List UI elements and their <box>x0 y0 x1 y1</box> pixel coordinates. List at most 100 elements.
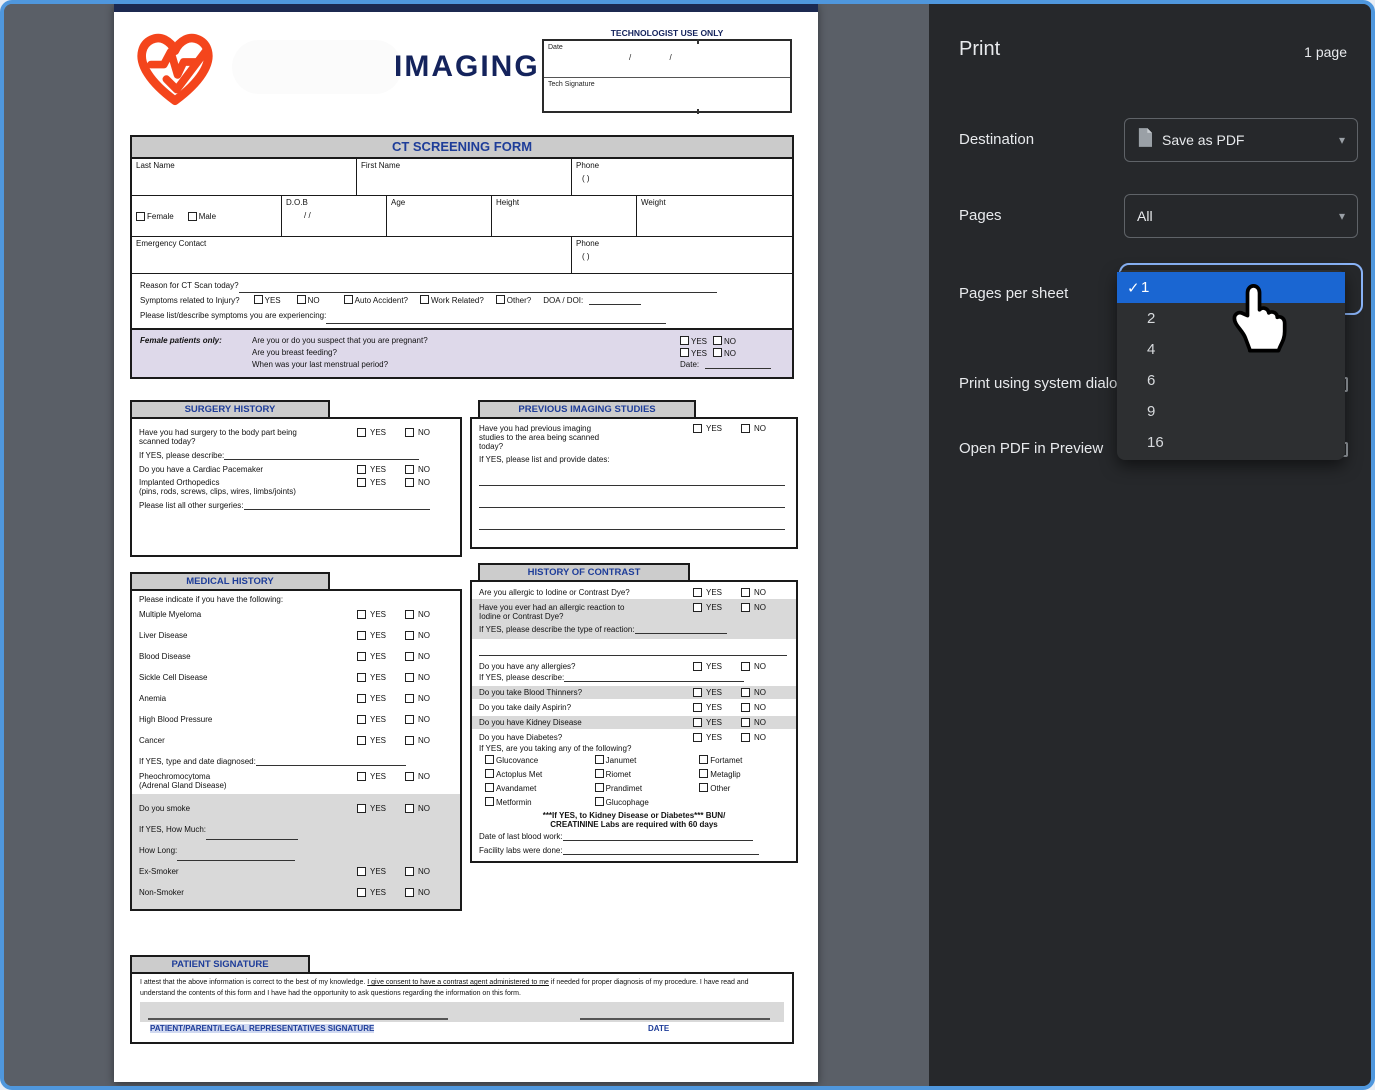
surgery-history-box: Have you had surgery to the body part be… <box>130 417 462 557</box>
yes-checkbox-icon <box>357 715 366 724</box>
page-top-bar <box>114 4 818 12</box>
yes-label: YES <box>370 772 386 781</box>
no-label: NO <box>724 349 736 358</box>
prev-imaging-question-2: studies to the area being scanned <box>479 433 599 442</box>
pages-select[interactable]: All ▾ <box>1124 194 1358 238</box>
yes-checkbox-icon <box>693 733 702 742</box>
check-icon: ✓ <box>1127 279 1141 297</box>
no-checkbox-icon <box>713 336 722 345</box>
yes-label: YES <box>370 631 386 640</box>
condition-label: Sickle Cell Disease <box>139 673 357 682</box>
no-label: NO <box>418 652 430 661</box>
yes-label: YES <box>370 465 386 474</box>
condition-label: Anemia <box>139 694 357 703</box>
allergies-describe-label: If YES, please describe: <box>479 673 564 682</box>
no-checkbox-icon <box>405 652 414 661</box>
yes-checkbox-icon <box>357 888 366 897</box>
no-label: NO <box>418 428 430 437</box>
diabetes-question: Do you have Diabetes? <box>479 733 693 742</box>
yes-checkbox-icon <box>357 465 366 474</box>
chevron-down-icon: ▾ <box>1339 209 1345 223</box>
iodine-allergy-question: Are you allergic to Iodine or Contrast D… <box>479 588 693 597</box>
med-checkbox-icon <box>699 755 708 764</box>
blood-work-label: Date of last blood work: <box>479 832 563 841</box>
non-smoker-label: Non-Smoker <box>139 888 357 897</box>
condition-label: Cancer <box>139 736 357 745</box>
yes-label: YES <box>370 478 386 487</box>
emergency-contact-label: Emergency Contact <box>136 239 206 248</box>
work-related-label: Work Related? <box>431 296 484 305</box>
yes-checkbox-icon <box>357 673 366 682</box>
symptoms-list-label: Please list/describe symptoms you are ex… <box>140 311 326 320</box>
yes-label: YES <box>370 715 386 724</box>
tech-date-slashes: / / <box>629 53 690 62</box>
no-checkbox-icon <box>405 888 414 897</box>
page-count: 1 page <box>1304 44 1347 60</box>
no-label: NO <box>418 715 430 724</box>
med-label: Actoplus Met <box>496 770 542 779</box>
med-label: Glucovance <box>496 756 538 765</box>
breast-feeding-question: Are you breast feeding? <box>252 348 680 357</box>
yes-checkbox-icon <box>357 652 366 661</box>
brand-title: IMAGING <box>394 50 540 84</box>
no-checkbox-icon <box>741 662 750 671</box>
no-label: NO <box>418 478 430 487</box>
provide-dates-label: If YES, please list and provide dates: <box>479 455 789 464</box>
phone-label: Phone <box>576 239 599 248</box>
phone-label: Phone <box>576 161 599 170</box>
yes-label: YES <box>706 424 722 433</box>
destination-select[interactable]: Save as PDF ▾ <box>1124 118 1358 162</box>
condition-label: Blood Disease <box>139 652 357 661</box>
dropdown-option-16[interactable]: 16 <box>1117 427 1345 458</box>
date-caption: DATE <box>648 1024 669 1033</box>
no-label: NO <box>754 733 766 742</box>
orthopedics-detail: (pins, rods, screws, clips, wires, limbs… <box>139 487 296 496</box>
smoking-section: Do you smokeYESNO If YES, How Much: How … <box>132 794 460 909</box>
chevron-down-icon: ▾ <box>1339 133 1345 147</box>
yes-checkbox-icon <box>693 662 702 671</box>
pages-label: Pages <box>959 207 1002 224</box>
no-checkbox-icon <box>405 694 414 703</box>
how-long-label: How Long: <box>139 846 177 855</box>
yes-checkbox-icon <box>357 428 366 437</box>
med-label: Metaglip <box>710 770 740 779</box>
pacemaker-question: Do you have a Cardiac Pacemaker <box>139 465 357 474</box>
kidney-question: Do you have Kidney Disease <box>479 718 693 727</box>
yes-label: YES <box>706 662 722 671</box>
no-label: NO <box>418 610 430 619</box>
condition-label: Multiple Myeloma <box>139 610 357 619</box>
condition-label: High Blood Pressure <box>139 715 357 724</box>
no-checkbox-icon <box>741 688 750 697</box>
dropdown-option-9[interactable]: 9 <box>1117 396 1345 427</box>
no-checkbox-icon <box>741 424 750 433</box>
date-line <box>580 1018 770 1020</box>
patient-signature-section: PATIENT SIGNATURE I attest that the abov… <box>130 955 794 1044</box>
doa-doi-label: DOA / DOI: <box>543 293 583 308</box>
no-label: NO <box>418 804 430 813</box>
open-pdf-preview-label[interactable]: Open PDF in Preview <box>959 440 1103 457</box>
yes-checkbox-icon <box>357 694 366 703</box>
med-checkbox-icon <box>699 769 708 778</box>
yes-label: YES <box>370 652 386 661</box>
no-checkbox-icon <box>405 673 414 682</box>
female-label: Female <box>147 212 174 221</box>
pdf-file-icon <box>1137 128 1152 152</box>
yes-checkbox-icon <box>680 336 689 345</box>
history-of-contrast-box: Are you allergic to Iodine or Contrast D… <box>470 580 798 863</box>
yes-checkbox-icon <box>693 424 702 433</box>
signature-strip <box>140 1002 784 1022</box>
dropdown-option-6[interactable]: 6 <box>1117 365 1345 396</box>
no-label: NO <box>754 688 766 697</box>
last-name-label: Last Name <box>136 161 175 170</box>
yes-label: YES <box>691 349 707 358</box>
no-label: NO <box>754 424 766 433</box>
aspirin-question: Do you take daily Aspirin? <box>479 703 693 712</box>
no-label: NO <box>724 337 736 346</box>
symptoms-injury-question: Symptoms related to Injury? <box>140 293 240 308</box>
option-label: 1 <box>1141 279 1149 296</box>
no-label: NO <box>308 296 320 305</box>
heart-check-logo-icon <box>132 24 218 114</box>
auto-accident-label: Auto Accident? <box>355 296 408 305</box>
system-dialog-label[interactable]: Print using system dialog <box>959 375 1126 392</box>
facility-labs-label: Facility labs were done: <box>479 846 563 855</box>
